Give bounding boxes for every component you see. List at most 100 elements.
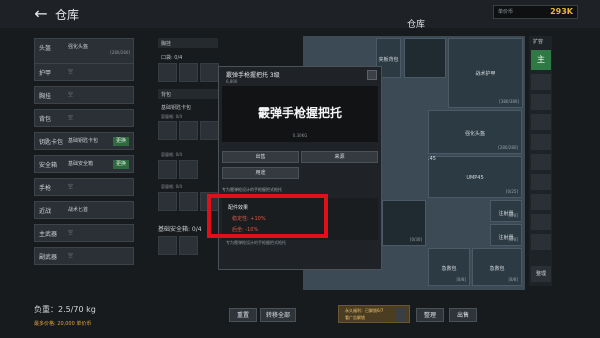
slot-name: 副武器: [39, 254, 58, 261]
usage-button[interactable]: 用途: [222, 167, 299, 179]
slot-value: 空: [68, 92, 74, 98]
slot-secondary-weapon[interactable]: 副武器 空: [34, 247, 134, 265]
highlight-box: [207, 194, 328, 238]
sort-button[interactable]: 整理: [416, 308, 444, 322]
tab-slot[interactable]: [531, 74, 551, 90]
grid-item[interactable]: 强化头盔 [280/280]: [428, 110, 522, 154]
item-display-name: 霰弹手枪握把托: [257, 106, 342, 120]
grid-item[interactable]: 注射器 [8/8]: [490, 224, 522, 246]
grid-item[interactable]: 注射器 [8/8]: [490, 200, 522, 222]
slot-name: 手枪: [39, 185, 52, 192]
capacity-label: 容量格: 0/4: [161, 184, 183, 189]
slot-name: 钥匙卡包: [39, 139, 64, 146]
item-count: [8/8]: [508, 213, 518, 218]
item-count: [8/8]: [508, 237, 518, 242]
slot-primary-weapon[interactable]: 主武器 空: [34, 224, 134, 242]
expand-label: 扩容: [533, 39, 544, 45]
slot-value: 空: [68, 115, 74, 121]
item-durability: [380/380]: [499, 99, 519, 104]
slot-name: 护甲: [39, 70, 52, 77]
backpack-cell[interactable]: [179, 121, 198, 140]
popup-price: 6,800: [226, 79, 238, 84]
slot-name: 背包: [39, 116, 52, 123]
value-limit: 最多价格: 20,000 单价币: [34, 321, 92, 327]
ad-line-1: 永久福利：已解锁6/7: [345, 308, 384, 313]
pocket-cell[interactable]: [200, 63, 219, 82]
slot-value: 空: [68, 253, 74, 259]
item-ammo: [0/25]: [505, 189, 518, 194]
keycard-case-label: 基础钥匙卡包: [161, 105, 192, 111]
item-name: 急救包: [489, 266, 505, 273]
grid-item[interactable]: 急救包 [8/8]: [428, 248, 470, 286]
grid-item[interactable]: [0/30]: [382, 200, 426, 246]
slot-name: 主武器: [39, 231, 58, 238]
slot-pistol[interactable]: 手枪 空: [34, 178, 134, 196]
tab-slot[interactable]: [531, 234, 551, 250]
page-title: 仓库: [55, 8, 80, 22]
popup-footer-text: 专为霰弹枪设计的手枪握把式枪托: [226, 240, 286, 245]
grid-item[interactable]: [404, 38, 446, 78]
backpack-cell[interactable]: [158, 121, 177, 140]
item-count: [8/8]: [456, 277, 466, 282]
back-button[interactable]: ←: [31, 4, 51, 24]
slot-value: 基础钥匙卡包: [68, 138, 99, 144]
item-ammo: [0/30]: [409, 237, 422, 242]
tab-slot[interactable]: [531, 214, 551, 230]
slot-name: 安全箱: [39, 162, 58, 169]
slot-name: 胸挂: [39, 93, 52, 100]
ad-line-2: 看广告解锁: [345, 315, 365, 320]
backpack-cell[interactable]: [179, 160, 198, 179]
slot-durability: [280/280]: [110, 50, 130, 55]
reset-button[interactable]: 重置: [229, 308, 257, 322]
item-weight: 0.30KG: [292, 133, 308, 138]
slot-chest-rig[interactable]: 胸挂 空: [34, 86, 134, 104]
backpack-cell[interactable]: [158, 192, 177, 211]
slot-value: 空: [68, 230, 74, 236]
pocket-cell[interactable]: [158, 63, 177, 82]
grid-item[interactable]: UMP45 [0/25]: [428, 156, 522, 198]
tab-slot[interactable]: [531, 114, 551, 130]
item-name: 夹板背包: [378, 57, 399, 64]
slot-backpack[interactable]: 背包 空: [34, 109, 134, 127]
popup-close-button[interactable]: [367, 70, 377, 80]
weight-readout: 负重：2.5/70 kg: [34, 305, 96, 314]
item-name: 急救包: [441, 266, 457, 273]
sort-storage-button[interactable]: 整理: [531, 266, 551, 282]
tab-slot[interactable]: [531, 134, 551, 150]
item-caliber: .45: [428, 156, 436, 162]
currency-value: 293K: [550, 7, 573, 16]
slot-value: 空: [68, 69, 74, 75]
source-button[interactable]: 来源: [301, 151, 378, 163]
backpack-cell[interactable]: [179, 192, 198, 211]
slot-value: 基础安全箱: [68, 161, 94, 167]
replace-button[interactable]: 更换: [112, 160, 129, 169]
transfer-all-button[interactable]: 转移全部: [260, 308, 296, 322]
slot-safe-box[interactable]: 安全箱 基础安全箱 更换: [34, 155, 134, 173]
tab-slot[interactable]: [531, 174, 551, 190]
grid-item[interactable]: 战术护甲 [380/380]: [448, 38, 523, 108]
ad-icon: [396, 308, 406, 322]
tab-main[interactable]: 主: [531, 50, 551, 70]
slot-armor[interactable]: 护甲 空: [34, 63, 134, 81]
currency-display: 单价币 293K: [493, 5, 578, 19]
inventory-title: 仓库: [407, 20, 426, 30]
sell-item-button[interactable]: 出售: [222, 151, 299, 163]
backpack-cell[interactable]: [200, 121, 219, 140]
pocket-cell[interactable]: [179, 63, 198, 82]
item-durability: [280/280]: [498, 145, 518, 150]
item-name: 战术护甲: [475, 70, 496, 77]
tab-slot[interactable]: [531, 94, 551, 110]
slot-keycard-case[interactable]: 钥匙卡包 基础钥匙卡包 更换: [34, 132, 134, 150]
item-name: UMP45: [466, 175, 484, 181]
tab-slot[interactable]: [531, 154, 551, 170]
safe-box-cell[interactable]: [158, 236, 177, 255]
tab-slot[interactable]: [531, 194, 551, 210]
replace-button[interactable]: 更换: [112, 137, 129, 146]
grid-item[interactable]: 急救包 [8/8]: [472, 248, 522, 286]
slot-melee[interactable]: 近战 战术匕首: [34, 201, 134, 219]
backpack-cell[interactable]: [158, 160, 177, 179]
slot-name: 头盔: [39, 45, 52, 52]
safe-box-cell[interactable]: [179, 236, 198, 255]
sell-button[interactable]: 出售: [449, 308, 477, 322]
slot-name: 近战: [39, 208, 52, 215]
